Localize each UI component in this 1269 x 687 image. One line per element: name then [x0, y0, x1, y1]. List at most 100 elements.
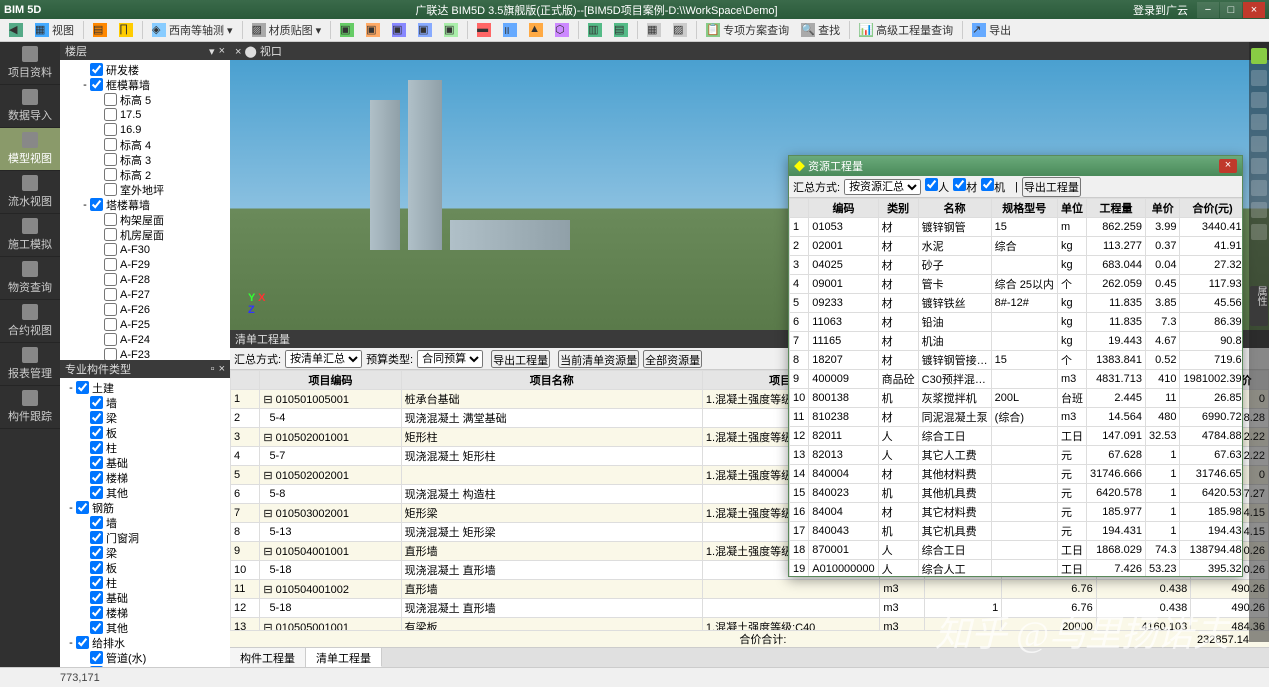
table-row[interactable]: 1282011人综合工日工日147.09132.534784.88 — [790, 427, 1243, 446]
tree-node[interactable]: 标高 5 — [60, 92, 230, 107]
table-row[interactable]: 12 5-18现浇混凝土 直形墙m316.760.438490.26 — [231, 599, 1269, 618]
nav-7[interactable]: 报表管理 — [0, 343, 60, 386]
table-row[interactable]: 13⊟ 010505001001有梁板1.混凝土强度等级:C40m3200004… — [231, 618, 1269, 631]
tree-node[interactable]: A-F30 — [60, 242, 230, 257]
qty-export-button[interactable]: 导出工程量 — [491, 350, 550, 368]
tree-node[interactable]: 板 — [60, 425, 230, 440]
tree-node[interactable]: A-F23 — [60, 347, 230, 360]
maximize-button[interactable]: □ — [1220, 2, 1242, 18]
tree-node[interactable]: A-F25 — [60, 317, 230, 332]
cb-material[interactable]: 材 — [953, 178, 977, 195]
tree-node[interactable]: 基础 — [60, 455, 230, 470]
tb-12[interactable]: ▥ — [583, 20, 607, 40]
tree-node[interactable]: 其他 — [60, 485, 230, 500]
nav-4[interactable]: 施工模拟 — [0, 214, 60, 257]
tree-node[interactable]: A-F29 — [60, 257, 230, 272]
tb-3[interactable]: ▣ — [335, 20, 359, 40]
table-row[interactable]: 101053材镀锌钢管15m862.2593.993440.41 — [790, 218, 1243, 237]
tree-node[interactable]: 梁 — [60, 410, 230, 425]
qty-budget-select[interactable]: 合同预算 — [417, 350, 483, 368]
nav-2[interactable]: 模型视图 — [0, 128, 60, 171]
pin-icon[interactable]: ▾ — [209, 45, 215, 58]
tb-13[interactable]: ▤ — [609, 20, 633, 40]
tb-9[interactable]: ॥ — [498, 20, 522, 40]
tb-8[interactable]: ▬ — [472, 20, 496, 40]
table-row[interactable]: 304025材砂子kg683.0440.0427.32 — [790, 256, 1243, 275]
tb-6[interactable]: ▣ — [413, 20, 437, 40]
cb-person[interactable]: 人 — [925, 178, 949, 195]
tab-component-qty[interactable]: 构件工程量 — [230, 648, 306, 667]
types-tree[interactable]: -土建墙梁板柱基础楼梯其他-钢筋墙门窗洞梁板柱基础楼梯其他-给排水管道(水)阀门… — [60, 378, 230, 667]
tree-node[interactable]: 标高 4 — [60, 137, 230, 152]
tree-node[interactable]: 机房屋面 — [60, 227, 230, 242]
login-link[interactable]: 登录到广云 — [1133, 2, 1188, 18]
res-grid[interactable]: 编码类别名称规格型号单位工程量单价合价(元)101053材镀锌钢管15m862.… — [789, 198, 1242, 576]
tb-7[interactable]: ▣ — [439, 20, 463, 40]
arrow-tool-icon[interactable] — [1251, 48, 1267, 64]
pin-icon[interactable]: ▫ — [211, 363, 215, 375]
tree-node[interactable]: -土建 — [60, 380, 230, 395]
nav-6[interactable]: 合约视图 — [0, 300, 60, 343]
tree-node[interactable]: 管道(水) — [60, 650, 230, 665]
zoom-out-icon[interactable] — [1251, 114, 1267, 130]
table-row[interactable]: 10800138机灰浆搅拌机200L台班2.4451126.85 — [790, 389, 1243, 408]
table-row[interactable]: 1684004材其它材料费元185.9771185.98 — [790, 503, 1243, 522]
tb-15[interactable]: ▨ — [668, 20, 692, 40]
tree-node[interactable]: 柱 — [60, 440, 230, 455]
close-button[interactable]: × — [1243, 2, 1265, 18]
minimize-button[interactable]: − — [1197, 2, 1219, 18]
tb-14[interactable]: ▦ — [642, 20, 666, 40]
axis-dropdown[interactable]: ◈西南等轴测 ▾ — [147, 20, 238, 40]
tree-node[interactable]: A-F28 — [60, 272, 230, 287]
table-row[interactable]: 17840043机其它机具费元194.4311194.43 — [790, 522, 1243, 541]
table-row[interactable]: 18870001人综合工日工日1868.02974.3138794.48 — [790, 541, 1243, 560]
tree-node[interactable]: 17.5 — [60, 107, 230, 122]
measure-icon[interactable] — [1251, 202, 1267, 218]
table-row[interactable]: 9400009商品砼C30预拌混…m34831.7134101981002.39 — [790, 370, 1243, 389]
res-export-button[interactable]: 导出工程量 — [1022, 177, 1081, 197]
tree-node[interactable]: 门窗洞 — [60, 530, 230, 545]
tree-node[interactable]: 室外地坪 — [60, 182, 230, 197]
zoom-fit-icon[interactable] — [1251, 136, 1267, 152]
table-row[interactable]: 611063材铅油kg11.8357.386.39 — [790, 313, 1243, 332]
zoom-in-icon[interactable] — [1251, 92, 1267, 108]
qty-all-res-button[interactable]: 全部资源量 — [643, 350, 702, 368]
table-row[interactable]: 202001材水泥综合kg113.2770.3741.91 — [790, 237, 1243, 256]
tree-node[interactable]: -钢筋 — [60, 500, 230, 515]
panel-close-icon[interactable]: × — [219, 45, 225, 58]
more-tool-icon[interactable] — [1251, 224, 1267, 240]
tree-node[interactable]: 标高 2 — [60, 167, 230, 182]
tb-11[interactable]: ⬡ — [550, 20, 574, 40]
hand-tool-icon[interactable] — [1251, 70, 1267, 86]
tree-node[interactable]: 其他 — [60, 620, 230, 635]
tree-node[interactable]: A-F24 — [60, 332, 230, 347]
tree-node[interactable]: -框模幕墙 — [60, 77, 230, 92]
table-row[interactable]: 409001材管卡综合 25以内个262.0590.45117.93 — [790, 275, 1243, 294]
nav-0[interactable]: 项目资料 — [0, 42, 60, 85]
nav-3[interactable]: 流水视图 — [0, 171, 60, 214]
nav-1[interactable]: 数据导入 — [0, 85, 60, 128]
tab-bill-qty[interactable]: 清单工程量 — [306, 648, 382, 667]
table-row[interactable]: 1382013人其它人工费元67.628167.63 — [790, 446, 1243, 465]
tb-4[interactable]: ▣ — [361, 20, 385, 40]
table-row[interactable]: 15840023机其他机具费元6420.57816420.53 — [790, 484, 1243, 503]
tree-node[interactable]: 柱 — [60, 575, 230, 590]
floors-tree[interactable]: 研发楼-框模幕墙标高 517.516.9标高 4标高 3标高 2室外地坪-塔楼幕… — [60, 60, 230, 360]
axis-gizmo[interactable]: Y XZ — [248, 292, 265, 316]
tree-node[interactable]: A-F27 — [60, 287, 230, 302]
nav-5[interactable]: 物资查询 — [0, 257, 60, 300]
rotate-icon[interactable] — [1251, 158, 1267, 174]
res-mode-select[interactable]: 按资源汇总 — [844, 179, 921, 195]
tree-node[interactable]: 标高 3 — [60, 152, 230, 167]
tb-2[interactable]: ∏ — [114, 20, 138, 40]
tree-node[interactable]: 梁 — [60, 545, 230, 560]
tree-node[interactable]: A-F26 — [60, 302, 230, 317]
tree-node[interactable]: 楼梯 — [60, 470, 230, 485]
tree-node[interactable]: -给排水 — [60, 635, 230, 650]
table-row[interactable]: 11⊟ 010504001002直形墙m36.760.438490.26 — [231, 580, 1269, 599]
tree-node[interactable]: 楼梯 — [60, 605, 230, 620]
back-button[interactable]: ◀ — [4, 20, 28, 40]
table-row[interactable]: 818207材镀锌钢管接…15个1383.8410.52719.6 — [790, 351, 1243, 370]
nav-8[interactable]: 构件跟踪 — [0, 386, 60, 429]
table-row[interactable]: 14840004材其他材料费元31746.666131746.65 — [790, 465, 1243, 484]
